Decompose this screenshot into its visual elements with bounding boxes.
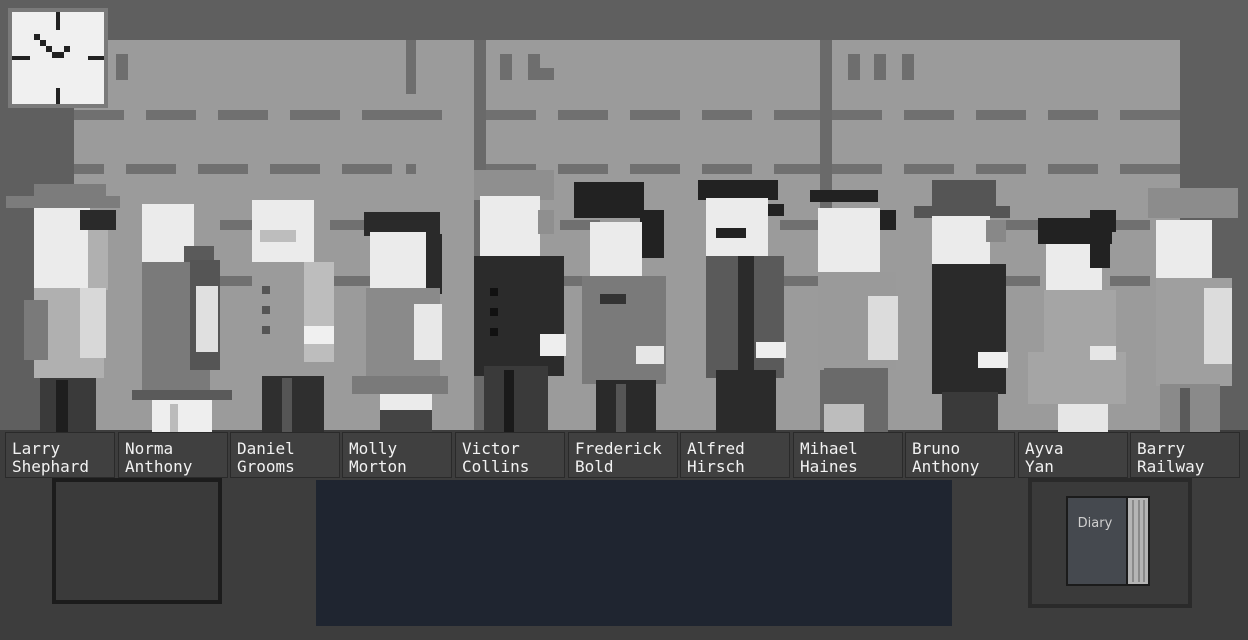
nametag-last-name: Shephard [12,457,90,476]
nametag-last-name: Grooms [237,457,295,476]
nametag-first-name: Molly [349,439,398,458]
nametag-frederick[interactable]: Frederick Bold [568,432,678,478]
nametag-first-name: Victor [462,439,520,458]
nametag-last-name: Anthony [125,457,193,476]
nametag-first-name: Barry [1137,439,1186,458]
nametag-first-name: Norma [125,439,174,458]
nametag-last-name: Haines [800,457,858,476]
nametag-first-name: Alfred [687,439,745,458]
nametag-alfred[interactable]: Alfred Hirsch [680,432,790,478]
nametag-first-name: Larry [12,439,61,458]
nametag-mihael[interactable]: Mihael Haines [793,432,903,478]
nametag-victor[interactable]: Victor Collins [455,432,565,478]
desk-panel [316,480,952,626]
nametag-first-name: Ayva [1025,439,1064,458]
nametag-last-name: Bold [575,457,614,476]
suspect-nametag-row: Larry Shephard Norma Anthony Daniel Grooms … [0,432,1248,482]
evidence-box-left[interactable] [52,478,222,604]
nametag-daniel[interactable]: Daniel Grooms [230,432,340,478]
nametag-last-name: Collins [462,457,530,476]
nametag-first-name: Frederick [575,439,662,458]
nametag-last-name: Railway [1137,457,1205,476]
nametag-ayva[interactable]: Ayva Yan [1018,432,1128,478]
nametag-last-name: Yan [1025,457,1054,476]
lineup-scene [0,0,1248,640]
nametag-first-name: Daniel [237,439,295,458]
diary-book-icon[interactable] [1066,496,1150,586]
nametag-last-name: Hirsch [687,457,745,476]
nametag-molly[interactable]: Molly Morton [342,432,452,478]
nametag-first-name: Mihael [800,439,858,458]
nametag-last-name: Morton [349,457,407,476]
wall-clock-icon [8,8,108,108]
nametag-norma[interactable]: Norma Anthony [118,432,228,478]
nametag-first-name: Bruno [912,439,961,458]
diary-label[interactable]: Diary [1070,516,1120,531]
nametag-last-name: Anthony [912,457,980,476]
nametag-bruno[interactable]: Bruno Anthony [905,432,1015,478]
nametag-barry[interactable]: Barry Railway [1130,432,1240,478]
nametag-larry[interactable]: Larry Shephard [5,432,115,478]
